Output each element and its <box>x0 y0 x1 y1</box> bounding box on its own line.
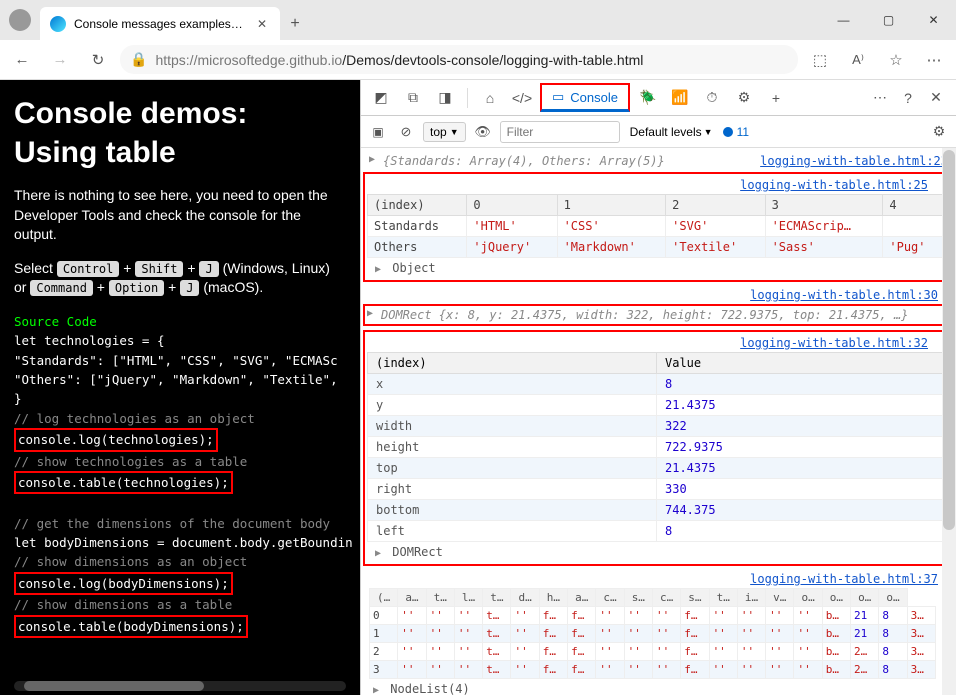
highlighted-table-2: logging-with-table.html:32 (index)Valuex… <box>363 330 950 566</box>
close-devtools-icon[interactable]: ✕ <box>922 84 950 112</box>
sources-icon[interactable]: 🪲 <box>634 84 662 112</box>
devtools-toolbar: ◩ ⧉ ◨ ⌂ </> ▭ Console 🪲 📶 ⏱ ⚙ + ⋯ ? ✕ <box>361 80 956 116</box>
read-aloud-icon[interactable]: A⁾ <box>842 44 874 76</box>
horizontal-scrollbar[interactable] <box>14 681 346 691</box>
elements-icon[interactable]: </> <box>508 84 536 112</box>
source-link[interactable]: logging-with-table.html:25 <box>740 178 928 192</box>
refresh-button[interactable]: ↻ <box>82 44 114 76</box>
tab-title: Console messages examples: Usi <box>74 17 246 31</box>
minimize-button[interactable]: — <box>821 0 866 40</box>
console-settings-icon[interactable]: ⚙ <box>928 118 950 146</box>
source-link[interactable]: logging-with-table.html:32 <box>740 336 928 350</box>
profile-button[interactable] <box>0 0 40 40</box>
dock-icon[interactable]: ◨ <box>431 84 459 112</box>
console-tab[interactable]: ▭ Console <box>540 83 630 112</box>
console-table-technologies[interactable]: (index)01234Standards'HTML''CSS''SVG''EC… <box>367 194 946 258</box>
favorites-button[interactable]: ☆ <box>880 44 912 76</box>
console-icon: ▭ <box>552 89 564 105</box>
expand-icon[interactable]: ▶ <box>375 264 381 275</box>
expand-icon[interactable]: ▶ <box>373 685 379 695</box>
new-tab-button[interactable]: + <box>280 7 310 40</box>
issues-counter[interactable]: 11 <box>723 125 749 139</box>
close-window-button[interactable]: ✕ <box>911 0 956 40</box>
console-table-nodelist[interactable]: (…a…t…l…t…d…h…a…c…s…c…s…t…i…v…o…o…o…o…0'… <box>369 588 936 679</box>
browser-tab[interactable]: Console messages examples: Usi ✕ <box>40 7 280 40</box>
webpage-content: Console demos:Using table There is nothi… <box>0 80 360 695</box>
sidebar-toggle-icon[interactable]: ▣ <box>367 118 389 146</box>
device-icon[interactable]: ⧉ <box>399 84 427 112</box>
kbd-j2: J <box>180 280 199 296</box>
welcome-icon[interactable]: ⌂ <box>476 84 504 112</box>
highlighted-table-1: logging-with-table.html:25 (index)01234S… <box>363 172 950 282</box>
back-button[interactable]: ← <box>6 44 38 76</box>
page-heading: Console demos:Using table <box>14 94 346 172</box>
window-titlebar: Console messages examples: Usi ✕ + — ▢ ✕ <box>0 0 956 40</box>
source-code-block: Source Code let technologies = { "Standa… <box>14 312 346 638</box>
page-paragraph: There is nothing to see here, you need t… <box>14 186 346 245</box>
source-link[interactable]: logging-with-table.html:23 <box>760 154 948 168</box>
live-expression-icon[interactable]: 👁 <box>472 118 494 146</box>
highlighted-code-2: console.table(technologies); <box>14 471 233 494</box>
settings-gear-icon[interactable]: ⚙ <box>730 84 758 112</box>
log-object-summary[interactable]: {Standards: Array(4), Others: Array(5)} <box>383 154 760 168</box>
address-bar[interactable]: 🔒 https://microsoftedge.github.io/Demos/… <box>120 45 798 74</box>
more-tools-icon[interactable]: ⋯ <box>866 84 894 112</box>
avatar-icon <box>9 9 31 31</box>
highlighted-code-3: console.log(bodyDimensions); <box>14 572 233 595</box>
forward-button[interactable]: → <box>44 44 76 76</box>
clear-console-icon[interactable]: ⊘ <box>395 118 417 146</box>
maximize-button[interactable]: ▢ <box>866 0 911 40</box>
edge-icon <box>50 16 66 32</box>
highlighted-code-1: console.log(technologies); <box>14 428 218 451</box>
log-domrect-summary[interactable]: DOMRect {x: 8, y: 21.4375, width: 322, h… <box>381 308 946 322</box>
console-filter-bar: ▣ ⊘ top ▼ 👁 Default levels ▼ 11 ⚙ <box>361 116 956 148</box>
context-dropdown[interactable]: top ▼ <box>423 122 466 142</box>
kbd-command: Command <box>30 280 93 296</box>
more-button[interactable]: ⋯ <box>918 44 950 76</box>
expand-icon[interactable]: ▶ <box>369 154 379 165</box>
kbd-option: Option <box>109 280 164 296</box>
keyboard-instructions: Select Control + Shift + J (Windows, Lin… <box>14 259 346 298</box>
issue-dot-icon <box>723 127 733 137</box>
lock-icon: 🔒 <box>130 51 147 68</box>
inspect-icon[interactable]: ◩ <box>367 84 395 112</box>
source-link[interactable]: logging-with-table.html:30 <box>750 288 938 302</box>
devtools-panel: ◩ ⧉ ◨ ⌂ </> ▭ Console 🪲 📶 ⏱ ⚙ + ⋯ ? ✕ ▣ … <box>360 80 956 695</box>
expand-icon[interactable]: ▶ <box>367 308 377 319</box>
kbd-j: J <box>199 261 218 277</box>
close-tab-icon[interactable]: ✕ <box>254 17 270 31</box>
console-table-domrect[interactable]: (index)Valuex8y21.4375width322height722.… <box>367 352 946 542</box>
source-link[interactable]: logging-with-table.html:37 <box>750 572 938 586</box>
vertical-scrollbar[interactable] <box>942 148 956 695</box>
performance-icon[interactable]: ⏱ <box>698 84 726 112</box>
filter-input[interactable] <box>500 121 620 143</box>
add-tab-icon[interactable]: + <box>762 84 790 112</box>
expand-icon[interactable]: ▶ <box>375 548 381 559</box>
kbd-control: Control <box>57 261 120 277</box>
app-install-icon[interactable]: ⬚ <box>804 44 836 76</box>
kbd-shift: Shift <box>135 261 183 277</box>
log-levels-dropdown[interactable]: Default levels ▼ <box>626 123 717 141</box>
network-icon[interactable]: 📶 <box>666 84 694 112</box>
console-output: ▶ {Standards: Array(4), Others: Array(5)… <box>361 148 956 695</box>
help-icon[interactable]: ? <box>894 84 922 112</box>
highlighted-code-4: console.table(bodyDimensions); <box>14 615 248 638</box>
url-bar: ← → ↻ 🔒 https://microsoftedge.github.io/… <box>0 40 956 80</box>
